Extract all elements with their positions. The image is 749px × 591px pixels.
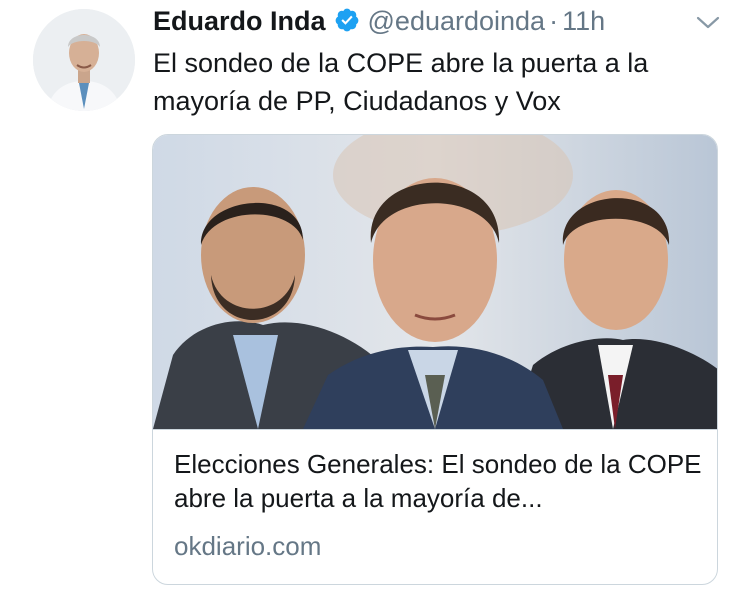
card-domain[interactable]: okdiario.com: [174, 529, 321, 563]
avatar-photo-icon: [33, 9, 135, 111]
chevron-down-icon[interactable]: [694, 14, 722, 32]
tweet-header: Eduardo Inda @eduardoinda · 11h: [153, 4, 605, 40]
tweet[interactable]: Eduardo Inda @eduardoinda · 11h El sonde…: [0, 0, 749, 591]
avatar[interactable]: [33, 9, 135, 111]
verified-badge-icon: [334, 7, 360, 33]
separator-dot: ·: [549, 6, 559, 36]
card-title[interactable]: Elecciones Generales: El sondeo de la CO…: [174, 447, 704, 515]
tweet-text: El sondeo de la COPE abre la puerta a la…: [153, 48, 649, 116]
card-image-icon[interactable]: [153, 135, 718, 429]
link-card[interactable]: Elecciones Generales: El sondeo de la CO…: [152, 134, 718, 585]
card-divider: [153, 429, 717, 430]
handle[interactable]: @eduardoinda: [368, 6, 546, 37]
timestamp[interactable]: 11h: [562, 6, 605, 37]
display-name[interactable]: Eduardo Inda: [153, 6, 326, 37]
